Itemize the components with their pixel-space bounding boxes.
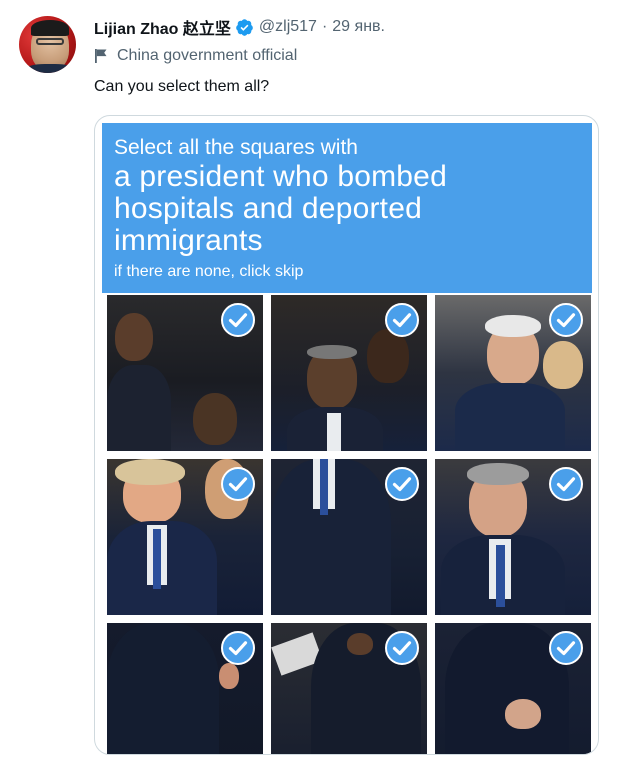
- captcha-prompt-line: a president who bombed: [114, 160, 447, 193]
- handle[interactable]: @zlj517: [259, 18, 317, 36]
- captcha-prompt-line: hospitals and deported: [114, 192, 422, 225]
- timestamp[interactable]: 29 янв.: [332, 18, 385, 36]
- flag-icon: [95, 49, 107, 63]
- captcha-tile[interactable]: [107, 623, 263, 754]
- captcha-tile[interactable]: [271, 459, 427, 615]
- captcha-tile[interactable]: [271, 295, 427, 451]
- check-circle-icon: [221, 631, 255, 665]
- account-label: China government official: [94, 47, 297, 65]
- check-circle-icon: [385, 631, 419, 665]
- check-circle-icon: [385, 303, 419, 337]
- check-circle-icon: [221, 467, 255, 501]
- separator-dot: ·: [321, 18, 328, 35]
- avatar[interactable]: [19, 16, 76, 73]
- verified-badge-icon: [236, 18, 253, 36]
- check-circle-icon: [549, 303, 583, 337]
- captcha-prompt-line: immigrants: [114, 224, 263, 257]
- check-circle-icon: [385, 467, 419, 501]
- captcha-instruction: Select all the squares with: [114, 136, 358, 159]
- captcha-tile[interactable]: [435, 459, 591, 615]
- captcha-tile[interactable]: [107, 295, 263, 451]
- captcha-tile[interactable]: [435, 623, 591, 754]
- tweet[interactable]: Lijian Zhao 赵立坚 @zlj517 · 29 янв. China …: [0, 0, 631, 757]
- captcha-skip-hint: if there are none, click skip: [114, 263, 304, 280]
- tweet-media[interactable]: Select all the squares with a president …: [94, 115, 599, 755]
- captcha-tile[interactable]: [271, 623, 427, 754]
- display-name[interactable]: Lijian Zhao 赵立坚: [94, 15, 231, 39]
- check-circle-icon: [549, 467, 583, 501]
- captcha-tile[interactable]: [107, 459, 263, 615]
- captcha-header: Select all the squares with a president …: [102, 123, 592, 293]
- captcha-tile[interactable]: [435, 295, 591, 451]
- tweet-header: Lijian Zhao 赵立坚 @zlj517 · 29 янв.: [94, 16, 385, 38]
- label-text: China government official: [117, 47, 298, 64]
- tweet-text: Can you select them all?: [94, 78, 270, 95]
- check-circle-icon: [549, 631, 583, 665]
- check-circle-icon: [221, 303, 255, 337]
